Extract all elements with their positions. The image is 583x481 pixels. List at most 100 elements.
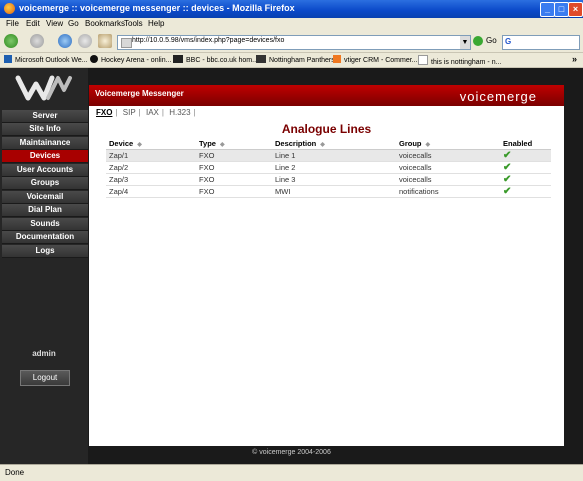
sidebar-item-server[interactable]: Server	[2, 110, 88, 123]
menu-bookmarks[interactable]: Bookmarks	[85, 19, 125, 28]
reload-icon[interactable]	[58, 34, 72, 48]
sidebar-item-logs[interactable]: Logs	[2, 245, 88, 258]
menu-edit[interactable]: Edit	[26, 19, 40, 28]
cell-enabled: ✔	[500, 185, 551, 198]
cell-type: FXO	[196, 149, 272, 162]
cell-device[interactable]: Zap/2	[106, 161, 196, 174]
sidebar-item-sounds[interactable]: Sounds	[2, 218, 88, 231]
bookmark-item[interactable]: Microsoft Outlook We...	[4, 55, 88, 64]
tab-iax[interactable]: IAX	[146, 108, 159, 117]
column-label: Device	[109, 139, 134, 148]
bookmark-item[interactable]: Nottingham Panthers	[256, 55, 335, 64]
content-header: Voicemerge Messenger voicemerge	[89, 85, 564, 106]
sidebar-item-voicemail[interactable]: Voicemail	[2, 191, 88, 204]
bookmark-item[interactable]: vtiger CRM - Commer...	[333, 55, 418, 64]
sidebar-item-user-accounts[interactable]: User Accounts	[2, 164, 88, 177]
cell-device[interactable]: Zap/1	[106, 149, 196, 162]
sidebar-item-devices[interactable]: Devices	[2, 150, 88, 163]
window-titlebar: voicemerge :: voicemerge messenger :: de…	[0, 0, 583, 18]
home-icon[interactable]	[98, 34, 112, 48]
stop-icon[interactable]	[78, 34, 92, 48]
firefox-icon	[4, 3, 15, 14]
sidebar-item-groups[interactable]: Groups	[2, 177, 88, 190]
go-button[interactable]: Go	[473, 36, 499, 47]
checkmark-icon: ✔	[503, 150, 512, 161]
status-text: Done	[5, 468, 25, 477]
bbc-icon	[173, 55, 183, 63]
cell-type: FXO	[196, 185, 272, 198]
cell-description: Line 3	[272, 173, 396, 186]
bookmark-item[interactable]: BBC - bbc.co.uk hom...	[173, 55, 258, 64]
tab-sip[interactable]: SIP	[123, 108, 136, 117]
bookmark-item[interactable]: Hockey Arena - onlin...	[90, 55, 171, 64]
page-title: Analogue Lines	[281, 122, 372, 136]
column-label: Type	[199, 139, 216, 148]
maximize-button[interactable]: □	[554, 2, 569, 17]
menu-view[interactable]: View	[46, 19, 63, 28]
column-header-group[interactable]: Group ◆	[396, 138, 500, 150]
menu-file[interactable]: File	[6, 19, 19, 28]
table-row[interactable]: Zap/3 FXO Line 3 voicecalls ✔	[106, 173, 551, 186]
tab-h323[interactable]: H.323	[169, 108, 190, 117]
chevron-right-icon[interactable]: »	[572, 54, 577, 64]
vtiger-icon	[333, 55, 341, 63]
sidebar-item-documentation[interactable]: Documentation	[2, 231, 88, 244]
checkmark-icon: ✔	[503, 174, 512, 185]
bookmark-item[interactable]: this is nottingham - n...	[418, 55, 501, 66]
back-icon[interactable]	[4, 34, 18, 48]
window-title: voicemerge :: voicemerge messenger :: de…	[19, 3, 295, 13]
column-label: Enabled	[503, 139, 533, 148]
sidebar-item-maintainance[interactable]: Maintainance	[2, 137, 88, 150]
go-icon	[473, 36, 483, 46]
username: admin	[32, 349, 56, 358]
column-header-description[interactable]: Description ◆	[272, 138, 396, 150]
outlook-icon	[4, 55, 12, 63]
menu-go[interactable]: Go	[68, 19, 79, 28]
bookmarks-toolbar: Microsoft Outlook We... Hockey Arena - o…	[0, 53, 583, 68]
sort-icon[interactable]: ◆	[320, 142, 325, 148]
tab-fxo[interactable]: FXO	[96, 108, 112, 117]
table-row[interactable]: Zap/2 FXO Line 2 voicecalls ✔	[106, 161, 551, 174]
checkmark-icon: ✔	[503, 162, 512, 173]
google-icon: G	[505, 37, 512, 46]
cell-enabled: ✔	[500, 149, 551, 162]
web-page: Server Site Info Maintainance Devices Us…	[0, 68, 583, 464]
cell-type: FXO	[196, 161, 272, 174]
main-content: Voicemerge Messenger voicemerge FXO | SIP…	[89, 85, 564, 446]
close-window-button[interactable]: ×	[568, 2, 583, 17]
panthers-icon	[256, 55, 266, 63]
page-icon	[121, 38, 132, 48]
column-header-device[interactable]: Device ◆	[106, 138, 196, 150]
sidebar-item-site-info[interactable]: Site Info	[2, 123, 88, 136]
brand-wordmark: voicemerge	[459, 89, 537, 104]
logout-button[interactable]: Logout	[20, 370, 70, 386]
sidebar-item-dial-plan[interactable]: Dial Plan	[2, 204, 88, 217]
table-header-row: Device ◆ Type ◆ Description ◆ Group ◆ Enable…	[106, 138, 551, 150]
sort-icon[interactable]: ◆	[426, 142, 431, 148]
bookmark-label: vtiger CRM - Commer...	[344, 57, 418, 64]
voicemerge-logo	[15, 75, 72, 101]
cell-group: voicecalls	[396, 161, 500, 174]
column-header-type[interactable]: Type ◆	[196, 138, 272, 150]
bookmark-label: BBC - bbc.co.uk hom...	[186, 57, 258, 64]
search-input[interactable]: G	[502, 35, 580, 50]
sort-icon[interactable]: ◆	[220, 142, 225, 148]
forward-icon[interactable]	[30, 34, 44, 48]
cell-group: voicecalls	[396, 173, 500, 186]
menu-tools[interactable]: Tools	[124, 19, 143, 28]
menu-help[interactable]: Help	[148, 19, 164, 28]
cell-device[interactable]: Zap/4	[106, 185, 196, 198]
table-row[interactable]: Zap/1 FXO Line 1 voicecalls ✔	[106, 149, 551, 162]
table-row[interactable]: Zap/4 FXO MWI notifications ✔	[106, 185, 551, 198]
address-bar[interactable]: http://10.0.5.98/vms/index.php?page=devi…	[117, 35, 471, 50]
cell-group: notifications	[396, 185, 500, 198]
hockey-icon	[90, 55, 98, 63]
sort-icon[interactable]: ◆	[137, 142, 142, 148]
page-footer: © voicemerge 2004-2006	[252, 449, 331, 456]
minimize-button[interactable]: _	[540, 2, 555, 17]
bookmark-label: Microsoft Outlook We...	[15, 57, 88, 64]
cell-enabled: ✔	[500, 161, 551, 174]
address-url: http://10.0.5.98/vms/index.php?page=devi…	[132, 37, 285, 44]
chevron-down-icon[interactable]: ▼	[460, 36, 470, 49]
cell-device[interactable]: Zap/3	[106, 173, 196, 186]
